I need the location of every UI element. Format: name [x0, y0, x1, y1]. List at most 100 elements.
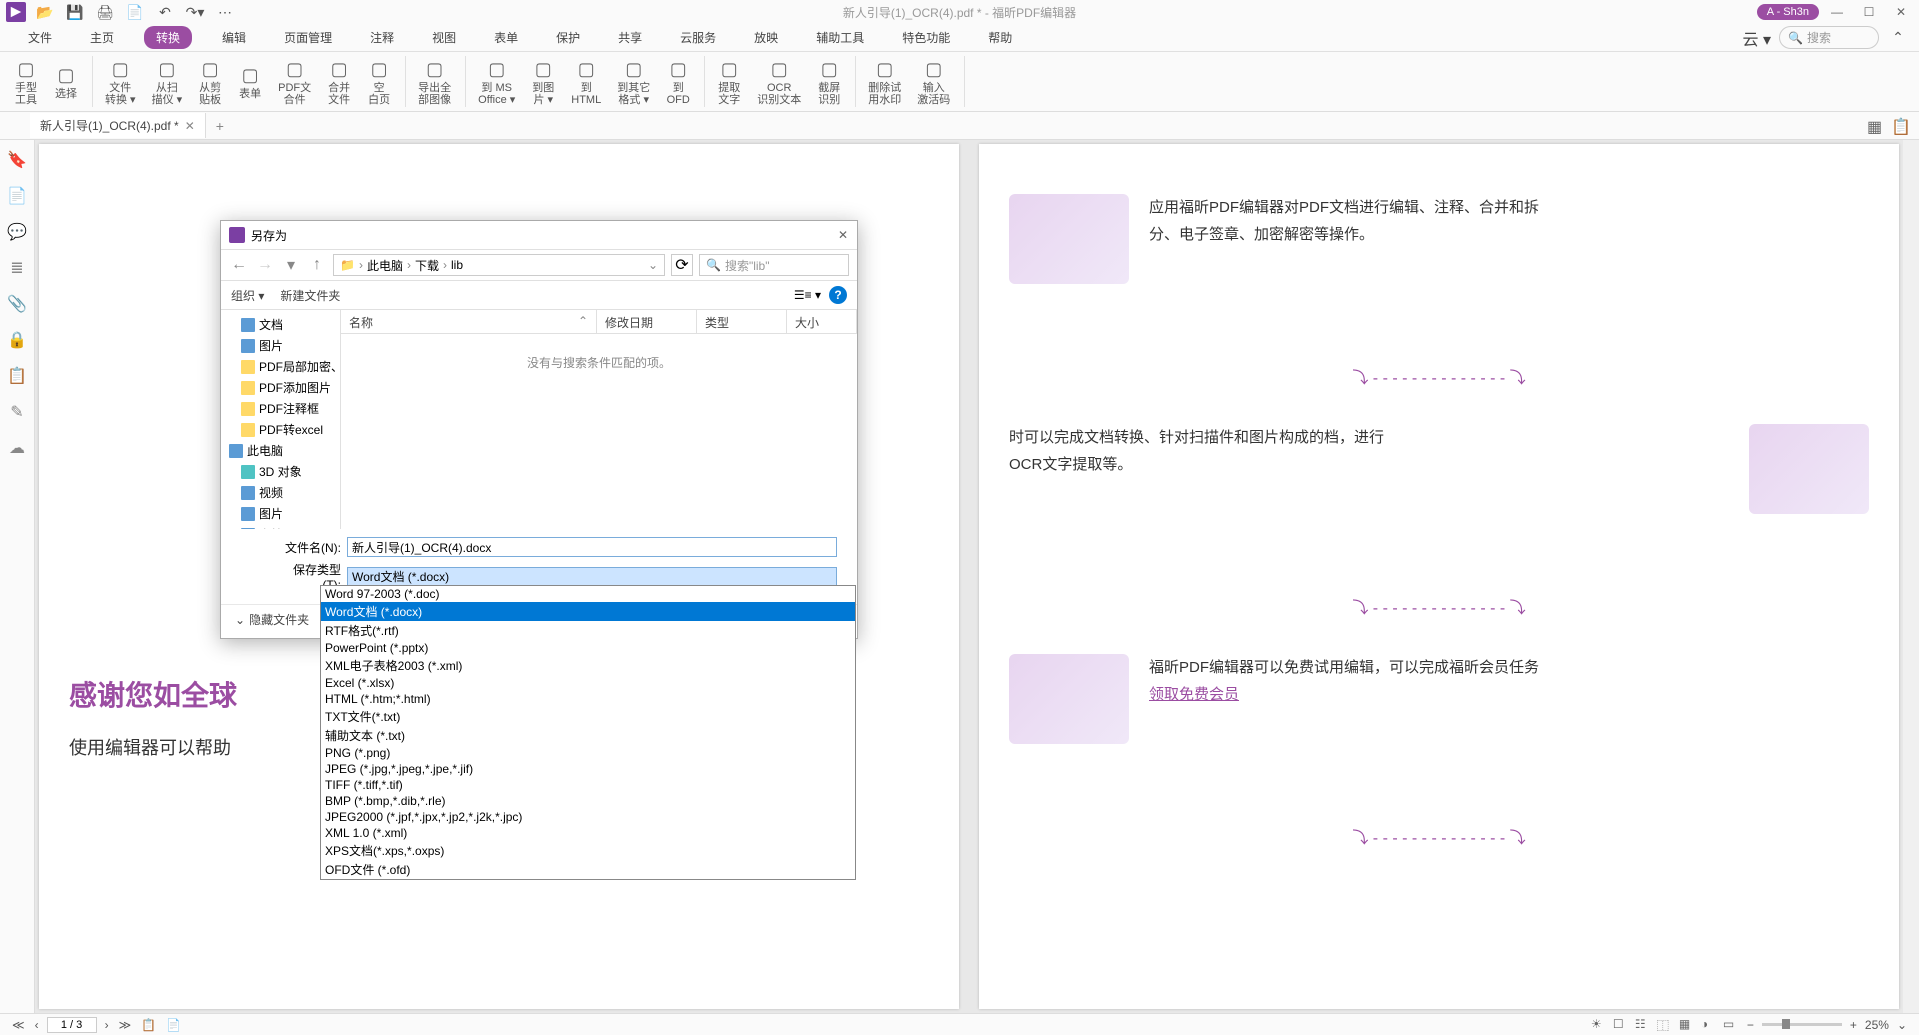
ribbon-button-1-5[interactable]: ▢合并 文件	[321, 56, 357, 108]
filetype-option-13[interactable]: JPEG2000 (*.jpf,*.jpx,*.jp2,*.j2k,*.jpc)	[321, 809, 855, 825]
tree-item-8[interactable]: 视频	[225, 482, 336, 503]
header-date[interactable]: 修改日期	[597, 310, 697, 333]
zoom-in-button[interactable]: +	[1848, 1018, 1859, 1032]
tree-item-9[interactable]: 图片	[225, 503, 336, 524]
status-next-page-button[interactable]: ›	[103, 1018, 111, 1032]
nav-recent-button[interactable]: ▾	[281, 255, 301, 275]
qat-save-icon[interactable]: 💾	[64, 1, 86, 23]
tree-item-5[interactable]: PDF转excel	[225, 419, 336, 440]
sidebar-cloud-icon[interactable]: ☁	[7, 438, 27, 458]
close-button[interactable]: ✕	[1887, 1, 1915, 23]
filetype-option-14[interactable]: XML 1.0 (*.xml)	[321, 825, 855, 841]
filetype-option-2[interactable]: RTF格式(*.rtf)	[321, 621, 855, 640]
filetype-select[interactable]: Word文档 (*.docx)	[347, 567, 837, 587]
menu-item-7[interactable]: 表单	[486, 25, 526, 50]
nav-refresh-button[interactable]: ⟳	[671, 254, 693, 276]
menu-item-0[interactable]: 文件	[20, 25, 60, 50]
filetype-option-3[interactable]: PowerPoint (*.pptx)	[321, 640, 855, 656]
qat-print-icon[interactable]: 🖨	[94, 1, 116, 23]
filetype-option-5[interactable]: Excel (*.xlsx)	[321, 675, 855, 691]
filetype-option-6[interactable]: HTML (*.htm;*.html)	[321, 691, 855, 707]
qat-doc-icon[interactable]: 📄	[124, 1, 146, 23]
qat-undo-icon[interactable]: ↶	[154, 1, 176, 23]
tree-item-3[interactable]: PDF添加图片	[225, 377, 336, 398]
tab-close-icon[interactable]: ✕	[185, 119, 195, 133]
nav-back-button[interactable]: ←	[229, 255, 249, 275]
status-view-single-icon[interactable]: ☐	[1613, 1017, 1629, 1033]
page2-free-member-link[interactable]: 领取免费会员	[1149, 686, 1239, 703]
ribbon-button-1-1[interactable]: ▢从扫 描仪 ▾	[146, 56, 189, 108]
page-number-input[interactable]	[47, 1017, 97, 1033]
ribbon-button-0-0[interactable]: ▢手型 工具	[8, 56, 44, 108]
filetype-option-11[interactable]: TIFF (*.tiff,*.tif)	[321, 777, 855, 793]
sidebar-page-icon[interactable]: 📄	[7, 186, 27, 206]
sidebar-bookmark-icon[interactable]: 🔖	[7, 150, 27, 170]
qat-open-icon[interactable]: 📂	[34, 1, 56, 23]
search-box[interactable]: 🔍 搜索	[1779, 26, 1879, 49]
tab-add-button[interactable]: +	[216, 118, 224, 134]
ribbon-button-4-2[interactable]: ▢截屏 识别	[811, 56, 847, 108]
right-menu-dropdown[interactable]: 云 ▾	[1743, 26, 1771, 50]
filetype-option-4[interactable]: XML电子表格2003 (*.xml)	[321, 656, 855, 675]
tree-item-0[interactable]: 文档	[225, 314, 336, 335]
status-last-page-button[interactable]: ≫	[117, 1018, 134, 1032]
tabs-clipboard-icon[interactable]: 📋	[1891, 117, 1909, 135]
ribbon-button-1-2[interactable]: ▢从剪 贴板	[192, 56, 228, 108]
menu-item-11[interactable]: 放映	[746, 25, 786, 50]
filetype-option-0[interactable]: Word 97-2003 (*.doc)	[321, 586, 855, 602]
qat-redo-icon[interactable]: ↷▾	[184, 1, 206, 23]
tree-item-4[interactable]: PDF注释框	[225, 398, 336, 419]
tree-item-2[interactable]: PDF局部加密、F	[225, 356, 336, 377]
status-view-icon-5[interactable]: ◑	[1701, 1017, 1717, 1033]
new-folder-button[interactable]: 新建文件夹	[280, 287, 340, 304]
user-badge[interactable]: A - Sh3n	[1757, 4, 1819, 20]
header-type[interactable]: 类型	[697, 310, 787, 333]
tree-item-6[interactable]: 此电脑	[225, 440, 336, 461]
minimize-button[interactable]: —	[1823, 1, 1851, 23]
sidebar-comment-icon[interactable]: 💬	[7, 222, 27, 242]
menu-item-2[interactable]: 转换	[144, 26, 192, 49]
sidebar-attach-icon[interactable]: 📎	[7, 294, 27, 314]
menu-item-10[interactable]: 云服务	[672, 25, 724, 50]
filename-input[interactable]	[347, 537, 837, 557]
ribbon-button-1-0[interactable]: ▢文件 转换 ▾	[99, 56, 142, 108]
tabs-grid-icon[interactable]: ▦	[1867, 117, 1885, 135]
sidebar-digital-icon[interactable]: 📋	[7, 366, 27, 386]
zoom-out-button[interactable]: −	[1745, 1018, 1756, 1032]
ribbon-button-3-3[interactable]: ▢到其它 格式 ▾	[611, 56, 656, 108]
header-name[interactable]: 名称 ⌃	[341, 310, 597, 333]
doc-tab-active[interactable]: 新人引导(1)_OCR(4).pdf * ✕	[30, 113, 206, 138]
menu-item-13[interactable]: 特色功能	[894, 25, 958, 50]
status-view-facing-icon[interactable]: ⿰	[1657, 1017, 1673, 1033]
address-bar[interactable]: 📁 › 此电脑 › 下载 › lib ⌄	[333, 254, 665, 276]
ribbon-button-4-1[interactable]: ▢OCR 识别文本	[751, 56, 807, 108]
sidebar-sign-icon[interactable]: ✎	[7, 402, 27, 422]
nav-up-button[interactable]: ↑	[307, 255, 327, 275]
help-icon[interactable]: ?	[829, 286, 847, 304]
status-prev-page-button[interactable]: ‹	[33, 1018, 41, 1032]
vertical-scrollbar[interactable]	[1903, 140, 1919, 1013]
dialog-close-button[interactable]: ✕	[833, 225, 853, 245]
zoom-dropdown-icon[interactable]: ⌄	[1895, 1018, 1909, 1032]
path-seg-1[interactable]: 下载	[415, 257, 439, 274]
hide-folders-toggle[interactable]: ⌄ 隐藏文件夹	[235, 611, 309, 628]
qat-more-icon[interactable]: ⋯	[214, 1, 236, 23]
ribbon-button-3-1[interactable]: ▢到图 片 ▾	[525, 56, 561, 108]
ribbon-button-3-0[interactable]: ▢到 MS Office ▾	[472, 56, 521, 108]
status-icon-1[interactable]: 📋	[139, 1018, 158, 1032]
zoom-thumb[interactable]	[1782, 1019, 1790, 1029]
filetype-option-9[interactable]: PNG (*.png)	[321, 745, 855, 761]
filetype-option-1[interactable]: Word文档 (*.docx)	[321, 602, 855, 621]
path-dropdown-icon[interactable]: ⌄	[648, 258, 658, 272]
ribbon-button-4-0[interactable]: ▢提取 文字	[711, 56, 747, 108]
filetype-option-10[interactable]: JPEG (*.jpg,*.jpeg,*.jpe,*.jif)	[321, 761, 855, 777]
status-view-contfacing-icon[interactable]: ▦	[1679, 1017, 1695, 1033]
menu-item-3[interactable]: 编辑	[214, 25, 254, 50]
status-icon-2[interactable]: 📄	[164, 1018, 183, 1032]
menu-item-1[interactable]: 主页	[82, 25, 122, 50]
ribbon-button-1-4[interactable]: ▢PDF文 合件	[272, 56, 317, 108]
menubar-collapse-icon[interactable]: ⌃	[1887, 27, 1909, 49]
ribbon-button-1-3[interactable]: ▢表单	[232, 62, 268, 102]
ribbon-button-3-4[interactable]: ▢到 OFD	[660, 56, 696, 108]
menu-item-5[interactable]: 注释	[362, 25, 402, 50]
